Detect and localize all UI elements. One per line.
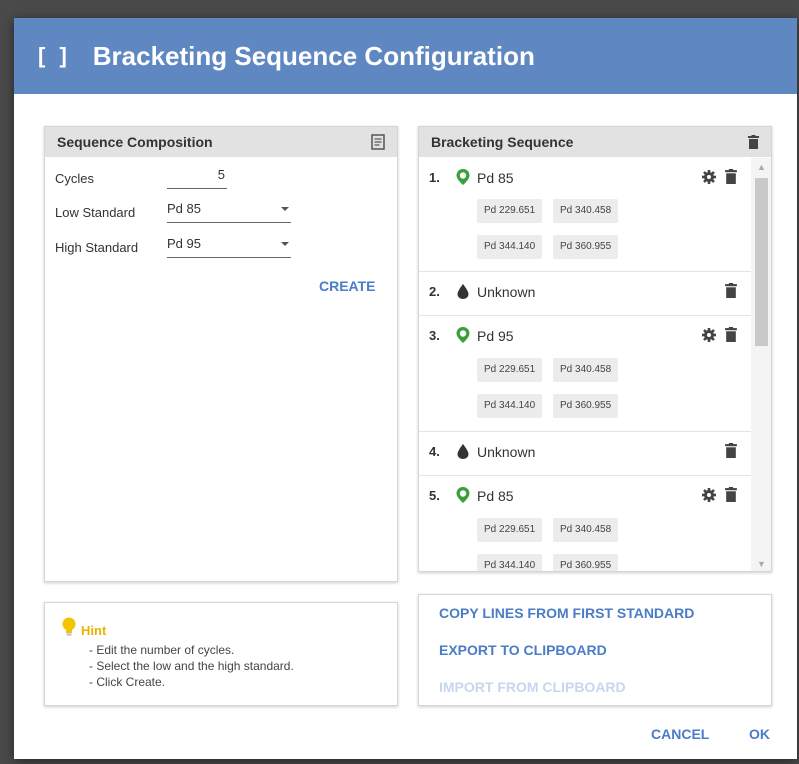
bracketing-dialog: [ ] Bracketing Sequence Configuration Se… <box>14 18 797 759</box>
line-chip: Pd 344.140 <box>477 235 543 259</box>
gear-icon[interactable] <box>701 169 717 185</box>
cancel-button[interactable]: CANCEL <box>651 726 709 742</box>
item-number: 3. <box>429 328 440 343</box>
sequence-item[interactable]: 2. Unknown <box>419 272 751 316</box>
low-standard-select[interactable]: Pd 85 <box>167 201 291 223</box>
sequence-item[interactable]: 5. Pd 85 Pd 229.651 Pd 340.458 Pd 344.14… <box>419 476 751 571</box>
line-chip: Pd 229.651 <box>477 358 543 382</box>
item-label: Unknown <box>477 444 536 460</box>
item-label: Pd 95 <box>477 328 514 344</box>
hint-panel: Hint - Edit the number of cycles. - Sele… <box>44 602 398 706</box>
trash-icon[interactable] <box>725 443 737 458</box>
line-chip: Pd 229.651 <box>477 518 543 542</box>
high-standard-label: High Standard <box>55 240 139 255</box>
low-standard-label: Low Standard <box>55 205 136 220</box>
sequence-list: 1. Pd 85 Pd 229.651 Pd 340.458 Pd 344.14… <box>419 158 751 571</box>
delete-all-icon[interactable] <box>748 135 759 152</box>
low-standard-value: Pd 85 <box>167 201 201 216</box>
hint-line: - Edit the number of cycles. <box>89 643 235 657</box>
cycles-label: Cycles <box>55 171 95 186</box>
ok-button[interactable]: OK <box>749 726 770 742</box>
sequence-header: Bracketing Sequence <box>419 127 771 157</box>
item-number: 2. <box>429 284 440 299</box>
composition-header: Sequence Composition <box>45 127 397 157</box>
high-standard-select[interactable]: Pd 95 <box>167 236 291 258</box>
hint-line: - Click Create. <box>89 675 166 689</box>
notes-icon[interactable] <box>371 134 385 153</box>
line-chip: Pd 340.458 <box>553 518 619 542</box>
line-chip: Pd 360.955 <box>553 394 619 418</box>
line-chip: Pd 229.651 <box>477 199 543 223</box>
composition-title: Sequence Composition <box>57 134 213 150</box>
standard-pin-icon <box>456 169 470 185</box>
sequence-item[interactable]: 3. Pd 95 Pd 229.651 Pd 340.458 Pd 344.14… <box>419 316 751 432</box>
standard-pin-icon <box>456 487 470 503</box>
sequence-item[interactable]: 4. Unknown <box>419 432 751 476</box>
cycles-input[interactable]: 5 <box>167 167 227 189</box>
scroll-down-icon[interactable]: ▼ <box>757 559 766 569</box>
scroll-up-icon[interactable]: ▲ <box>757 162 766 172</box>
gear-icon[interactable] <box>701 487 717 503</box>
dialog-titlebar: [ ] Bracketing Sequence Configuration <box>14 18 797 94</box>
item-label: Pd 85 <box>477 488 514 504</box>
chevron-down-icon <box>281 242 289 246</box>
create-button[interactable]: CREATE <box>319 278 376 294</box>
export-clipboard-button[interactable]: EXPORT TO CLIPBOARD <box>439 642 607 658</box>
sequence-title: Bracketing Sequence <box>431 134 574 150</box>
brackets-icon: [ ] <box>38 43 71 68</box>
trash-icon[interactable] <box>725 487 737 502</box>
import-clipboard-button: IMPORT FROM CLIPBOARD <box>439 679 626 695</box>
clipboard-actions-panel: COPY LINES FROM FIRST STANDARD EXPORT TO… <box>418 594 772 706</box>
standard-pin-icon <box>456 327 470 343</box>
unknown-drop-icon <box>457 444 469 459</box>
item-number: 1. <box>429 170 440 185</box>
line-chip: Pd 340.458 <box>553 358 619 382</box>
chevron-down-icon <box>281 207 289 211</box>
item-label: Pd 85 <box>477 170 514 186</box>
dialog-title: Bracketing Sequence Configuration <box>92 40 535 71</box>
high-standard-value: Pd 95 <box>167 236 201 251</box>
scroll-thumb[interactable] <box>755 178 768 346</box>
line-chip: Pd 360.955 <box>553 554 619 571</box>
line-chip: Pd 360.955 <box>553 235 619 259</box>
sequence-item[interactable]: 1. Pd 85 Pd 229.651 Pd 340.458 Pd 344.14… <box>419 158 751 272</box>
item-label: Unknown <box>477 284 536 300</box>
unknown-drop-icon <box>457 284 469 299</box>
gear-icon[interactable] <box>701 327 717 343</box>
trash-icon[interactable] <box>725 327 737 342</box>
lightbulb-icon <box>62 617 76 636</box>
hint-line: - Select the low and the high standard. <box>89 659 294 673</box>
line-chip: Pd 340.458 <box>553 199 619 223</box>
line-chip: Pd 344.140 <box>477 554 543 571</box>
hint-title: Hint <box>81 623 107 638</box>
trash-icon[interactable] <box>725 169 737 184</box>
line-chip: Pd 344.140 <box>477 394 543 418</box>
sequence-composition-panel: Sequence Composition Cycles 5 Low Standa… <box>44 126 398 582</box>
item-number: 4. <box>429 444 440 459</box>
trash-icon[interactable] <box>725 283 737 298</box>
copy-lines-button[interactable]: COPY LINES FROM FIRST STANDARD <box>439 605 694 621</box>
sequence-scrollbar[interactable]: ▲ ▼ <box>751 158 771 571</box>
item-number: 5. <box>429 488 440 503</box>
bracketing-sequence-panel: Bracketing Sequence 1. Pd 85 Pd 229.651 … <box>418 126 772 572</box>
